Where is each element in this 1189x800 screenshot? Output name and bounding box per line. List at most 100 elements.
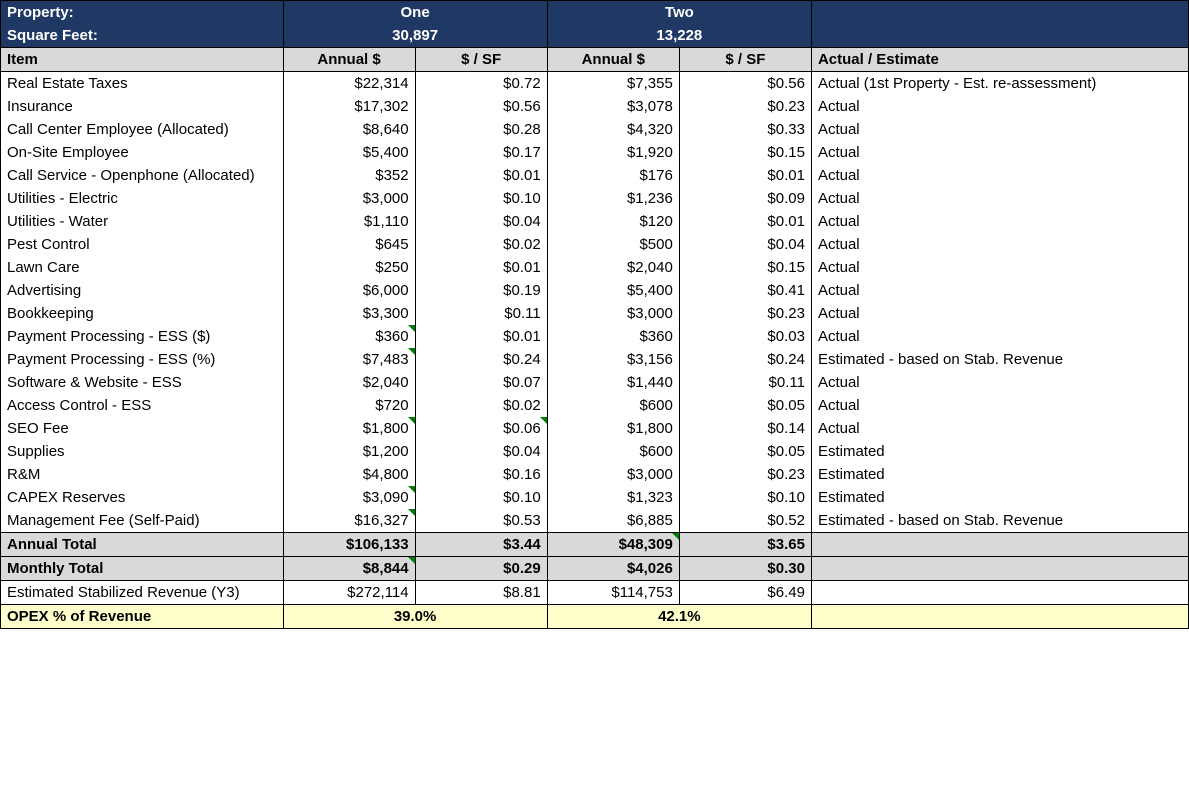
expense-note: Actual xyxy=(811,256,1188,279)
error-flag-icon xyxy=(408,417,415,424)
expense-item: CAPEX Reserves xyxy=(1,486,284,509)
expense-p1s: $0.24 xyxy=(415,348,547,371)
expense-p2a: $2,040 xyxy=(547,256,679,279)
monthly-total-p2s: $0.30 xyxy=(679,557,811,581)
expense-p1a: $17,302 xyxy=(283,95,415,118)
expense-item: Supplies xyxy=(1,440,284,463)
expense-p2a: $3,156 xyxy=(547,348,679,371)
expense-p2s: $0.01 xyxy=(679,164,811,187)
expense-row: Call Center Employee (Allocated)$8,640$0… xyxy=(1,118,1189,141)
expense-row: CAPEX Reserves$3,090$0.10$1,323$0.10Esti… xyxy=(1,486,1189,509)
expense-note: Actual xyxy=(811,187,1188,210)
expense-p1s: $0.17 xyxy=(415,141,547,164)
expense-p1a: $352 xyxy=(283,164,415,187)
property-header-row: Property: One Two xyxy=(1,1,1189,25)
stab-rev-p2s: $6.49 xyxy=(679,581,811,605)
expense-p1a: $3,300 xyxy=(283,302,415,325)
annual-header-2: Annual $ xyxy=(547,48,679,72)
expense-p1s: $0.72 xyxy=(415,72,547,96)
annual-header-1: Annual $ xyxy=(283,48,415,72)
error-flag-icon xyxy=(408,557,415,564)
expense-p2a: $500 xyxy=(547,233,679,256)
expense-p1a: $1,110 xyxy=(283,210,415,233)
property-label: Property: xyxy=(1,1,284,25)
error-flag-icon xyxy=(408,486,415,493)
opex-pct-note xyxy=(811,605,1188,629)
monthly-total-p2a: $4,026 xyxy=(547,557,679,581)
stab-rev-note xyxy=(811,581,1188,605)
expense-p1s: $0.01 xyxy=(415,325,547,348)
annual-total-note xyxy=(811,533,1188,557)
expense-p1a: $8,640 xyxy=(283,118,415,141)
expense-p1s: $0.01 xyxy=(415,164,547,187)
expense-item: Payment Processing - ESS (%) xyxy=(1,348,284,371)
expense-p1a: $720 xyxy=(283,394,415,417)
expense-note: Actual xyxy=(811,118,1188,141)
expense-row: Software & Website - ESS$2,040$0.07$1,44… xyxy=(1,371,1189,394)
expense-item: Call Center Employee (Allocated) xyxy=(1,118,284,141)
monthly-total-row: Monthly Total $8,844 $0.29 $4,026 $0.30 xyxy=(1,557,1189,581)
expense-p2s: $0.23 xyxy=(679,302,811,325)
expense-p2a: $120 xyxy=(547,210,679,233)
stab-rev-p1a: $272,114 xyxy=(283,581,415,605)
expense-row: Access Control - ESS$720$0.02$600$0.05Ac… xyxy=(1,394,1189,417)
monthly-total-note xyxy=(811,557,1188,581)
expense-note: Actual xyxy=(811,233,1188,256)
expense-item: On-Site Employee xyxy=(1,141,284,164)
expense-row: Real Estate Taxes$22,314$0.72$7,355$0.56… xyxy=(1,72,1189,96)
expense-row: Pest Control$645$0.02$500$0.04Actual xyxy=(1,233,1189,256)
expense-item: Advertising xyxy=(1,279,284,302)
expense-p2a: $176 xyxy=(547,164,679,187)
expense-row: R&M$4,800$0.16$3,000$0.23Estimated xyxy=(1,463,1189,486)
expense-p2s: $0.23 xyxy=(679,95,811,118)
annual-total-p1s: $3.44 xyxy=(415,533,547,557)
expense-p1a: $2,040 xyxy=(283,371,415,394)
expense-p2a: $1,236 xyxy=(547,187,679,210)
stab-rev-p2a: $114,753 xyxy=(547,581,679,605)
expense-p1s: $0.19 xyxy=(415,279,547,302)
expense-p2a: $1,800 xyxy=(547,417,679,440)
monthly-total-p1a: $8,844 xyxy=(283,557,415,581)
expense-p1a: $5,400 xyxy=(283,141,415,164)
expense-p2a: $3,000 xyxy=(547,302,679,325)
expense-note: Actual xyxy=(811,394,1188,417)
expense-item: Software & Website - ESS xyxy=(1,371,284,394)
opex-table: Property: One Two Square Feet: 30,897 13… xyxy=(0,0,1189,629)
expense-item: Lawn Care xyxy=(1,256,284,279)
expense-p1s: $0.56 xyxy=(415,95,547,118)
expense-p1a: $6,000 xyxy=(283,279,415,302)
expense-p2s: $0.05 xyxy=(679,394,811,417)
sqft-header-row: Square Feet: 30,897 13,228 xyxy=(1,24,1189,48)
expense-p2s: $0.04 xyxy=(679,233,811,256)
expense-note: Actual xyxy=(811,279,1188,302)
annual-total-p2s: $3.65 xyxy=(679,533,811,557)
expense-p1a: $7,483 xyxy=(283,348,415,371)
psf-header-1: $ / SF xyxy=(415,48,547,72)
expense-note: Estimated xyxy=(811,486,1188,509)
expense-item: Pest Control xyxy=(1,233,284,256)
expense-p2s: $0.10 xyxy=(679,486,811,509)
expense-item: Access Control - ESS xyxy=(1,394,284,417)
expense-p2s: $0.52 xyxy=(679,509,811,533)
expense-p1a: $1,800 xyxy=(283,417,415,440)
expense-item: Payment Processing - ESS ($) xyxy=(1,325,284,348)
expense-p2a: $600 xyxy=(547,440,679,463)
expense-row: Management Fee (Self-Paid)$16,327$0.53$6… xyxy=(1,509,1189,533)
expense-note: Estimated xyxy=(811,440,1188,463)
expense-note: Estimated - based on Stab. Revenue xyxy=(811,509,1188,533)
expense-p1s: $0.10 xyxy=(415,187,547,210)
expense-item: R&M xyxy=(1,463,284,486)
expense-p2a: $6,885 xyxy=(547,509,679,533)
stab-rev-row: Estimated Stabilized Revenue (Y3) $272,1… xyxy=(1,581,1189,605)
expense-item: Utilities - Electric xyxy=(1,187,284,210)
stab-rev-p1s: $8.81 xyxy=(415,581,547,605)
expense-item: Real Estate Taxes xyxy=(1,72,284,96)
expense-row: Lawn Care$250$0.01$2,040$0.15Actual xyxy=(1,256,1189,279)
notes-header: Actual / Estimate xyxy=(811,48,1188,72)
sqft-1: 30,897 xyxy=(283,24,547,48)
expense-row: Supplies$1,200$0.04$600$0.05Estimated xyxy=(1,440,1189,463)
expense-item: SEO Fee xyxy=(1,417,284,440)
annual-total-label: Annual Total xyxy=(1,533,284,557)
monthly-total-label: Monthly Total xyxy=(1,557,284,581)
expense-p1s: $0.02 xyxy=(415,233,547,256)
